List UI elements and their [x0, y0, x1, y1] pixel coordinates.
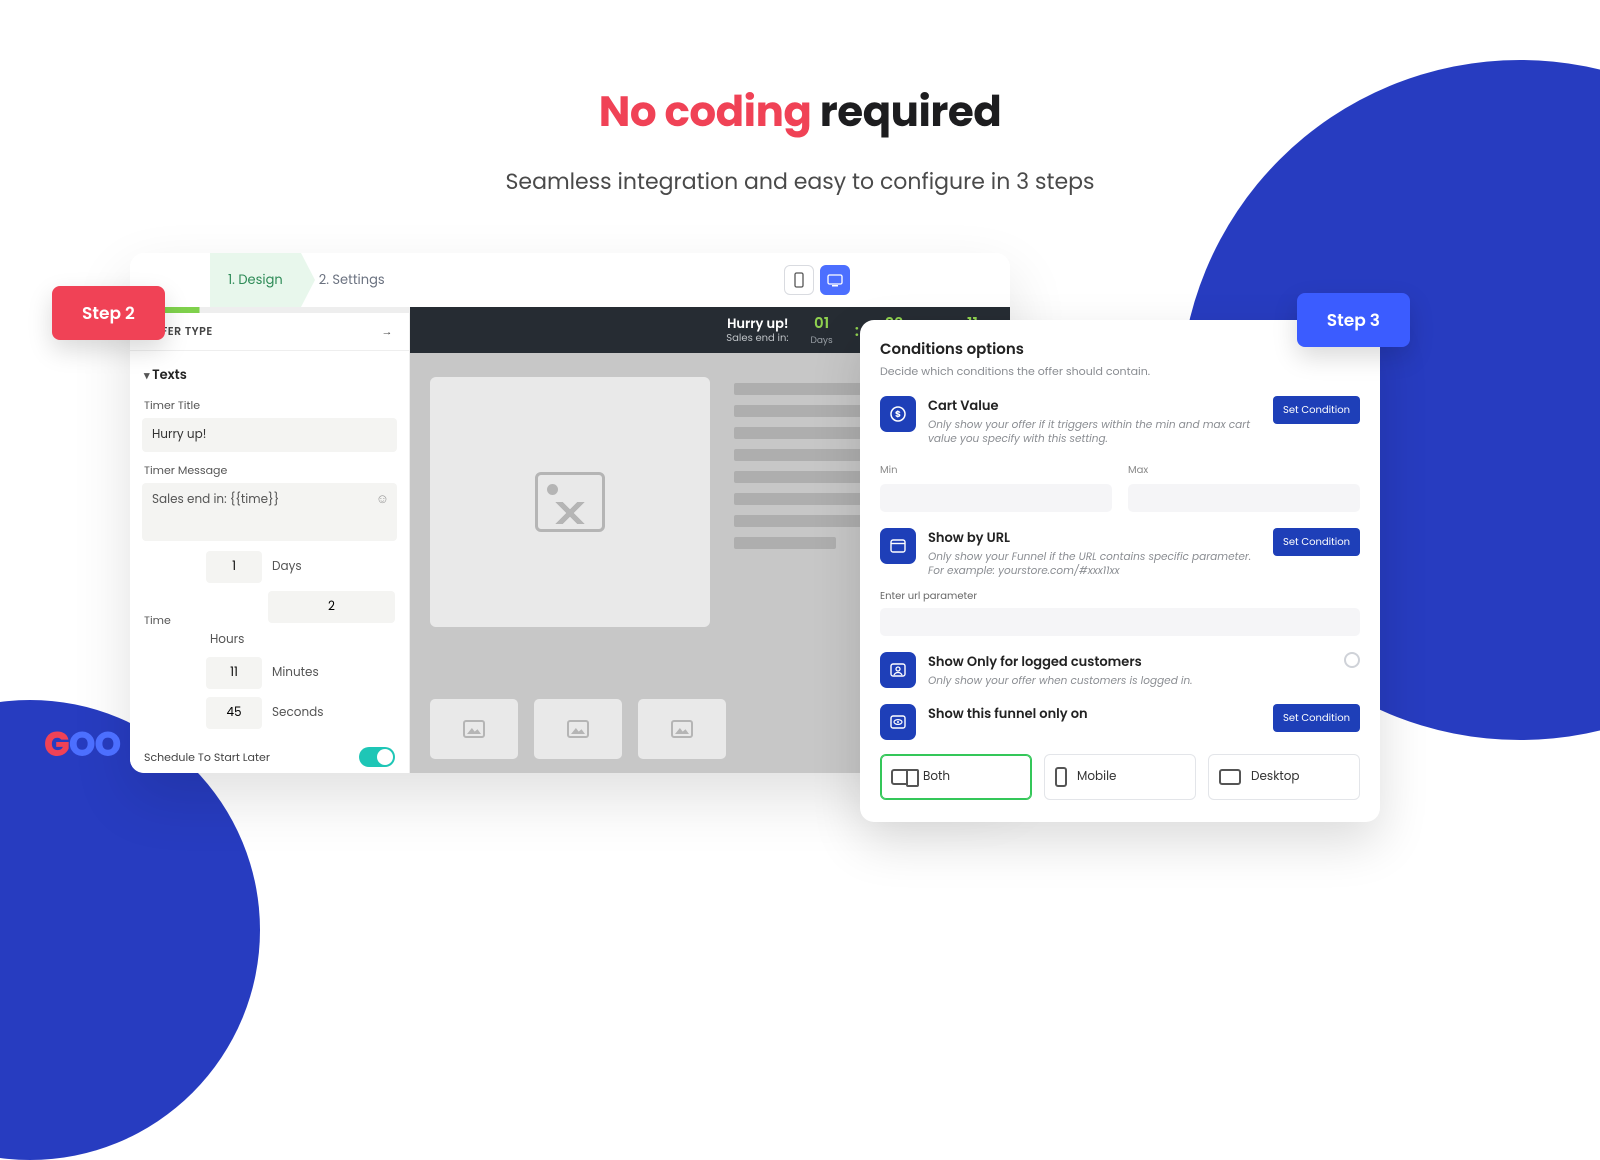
device-desktop-icon[interactable] — [820, 265, 850, 295]
max-input[interactable] — [1128, 484, 1360, 512]
seconds-input[interactable]: 45 — [206, 697, 262, 729]
tabs-bar: 1. Design 2. Settings — [130, 253, 1010, 307]
min-label: Min — [880, 462, 897, 477]
skel-line — [734, 427, 867, 439]
device-title: Show this funnel only on — [928, 704, 1261, 724]
headline: No coding required Seamless integration … — [0, 80, 1600, 198]
tab-settings[interactable]: 2. Settings — [301, 253, 403, 307]
picture-icon — [671, 720, 693, 738]
title-accent: No coding — [599, 82, 812, 141]
time-label: Time — [144, 612, 200, 629]
arrow-right-icon: → — [382, 323, 394, 340]
emoji-icon[interactable]: ☺ — [376, 489, 389, 509]
device-mobile[interactable]: Mobile — [1044, 754, 1196, 800]
thumb[interactable] — [430, 699, 518, 759]
set-condition-button[interactable]: Set Condition — [1273, 396, 1360, 424]
set-condition-button[interactable]: Set Condition — [1273, 704, 1360, 732]
conditions-desc: Decide which conditions the offer should… — [880, 363, 1360, 380]
banner-days: 01Days — [810, 312, 832, 348]
hours-input[interactable]: 2 — [268, 591, 395, 623]
banner-sub: Sales end in: — [726, 332, 788, 344]
browser-icon — [880, 528, 916, 564]
timer-message-input[interactable]: Sales end in: {{time}} ☺ — [142, 483, 397, 541]
timer-title-input[interactable]: Hurry up! — [142, 418, 397, 452]
logged-desc: Only show your offer when customers is l… — [928, 674, 1332, 688]
device-desktop[interactable]: Desktop — [1208, 754, 1360, 800]
skel-line — [734, 515, 867, 527]
minutes-unit: Minutes — [268, 664, 395, 682]
user-icon — [880, 652, 916, 688]
svg-text:$: $ — [895, 409, 901, 421]
image-placeholder — [430, 377, 710, 627]
tab-design[interactable]: 1. Design — [210, 253, 301, 307]
devices-icon — [891, 769, 913, 785]
picture-icon — [535, 472, 605, 532]
title-rest: required — [811, 82, 1001, 141]
hours-unit: Hours — [206, 631, 262, 649]
thumb[interactable] — [534, 699, 622, 759]
cart-title: Cart Value — [928, 396, 1261, 416]
logged-radio[interactable] — [1344, 652, 1360, 668]
logged-title: Show Only for logged customers — [928, 652, 1332, 672]
schedule-label: Schedule To Start Later — [144, 749, 270, 766]
picture-icon — [463, 720, 485, 738]
min-input[interactable] — [880, 484, 1112, 512]
days-input[interactable]: 1 — [206, 551, 262, 583]
thumb[interactable] — [638, 699, 726, 759]
url-param-input[interactable] — [880, 608, 1360, 636]
step3-badge: Step 3 — [1297, 293, 1410, 347]
minutes-input[interactable]: 11 — [206, 657, 262, 689]
device-toggle — [784, 265, 850, 295]
offer-type-row[interactable]: OFFER TYPE → — [130, 313, 409, 351]
days-unit: Days — [268, 558, 395, 576]
time-grid: Time 1 Days 2 Hours 11 Minutes 45 Seconds — [130, 541, 409, 739]
logo: GOO — [44, 719, 120, 770]
mobile-icon — [1055, 767, 1067, 787]
timer-message-value: Sales end in: {{time}} — [152, 491, 279, 508]
url-param-label: Enter url parameter — [880, 588, 1360, 604]
max-label: Max — [1128, 462, 1148, 477]
condition-device: Show this funnel only on Set Condition — [880, 704, 1360, 740]
schedule-row: Schedule To Start Later — [130, 739, 409, 773]
config-panel: OFFER TYPE → Texts Timer Title Hurry up!… — [130, 307, 410, 773]
condition-cart: $ Cart Value Only show your offer if it … — [880, 396, 1360, 445]
condition-url: Show by URL Only show your Funnel if the… — [880, 528, 1360, 577]
banner-text: Hurry up! Sales end in: — [726, 316, 788, 344]
device-mobile-icon[interactable] — [784, 265, 814, 295]
conditions-card: Conditions options Decide which conditio… — [860, 320, 1380, 822]
url-desc: Only show your Funnel if the URL contain… — [928, 550, 1261, 577]
url-title: Show by URL — [928, 528, 1261, 548]
colon-icon: : — [855, 318, 859, 343]
timer-title-label: Timer Title — [130, 387, 409, 418]
texts-section[interactable]: Texts — [130, 351, 409, 387]
timer-message-label: Timer Message — [130, 452, 409, 483]
desktop-icon — [1219, 769, 1241, 785]
min-max-row: Min Max — [880, 455, 1360, 512]
schedule-toggle[interactable] — [359, 747, 395, 767]
set-condition-button[interactable]: Set Condition — [1273, 528, 1360, 556]
thumb-row — [430, 699, 726, 759]
device-options: Both Mobile Desktop — [880, 754, 1360, 800]
step2-badge: Step 2 — [52, 286, 165, 340]
picture-icon — [567, 720, 589, 738]
dollar-icon: $ — [880, 396, 916, 432]
subtitle: Seamless integration and easy to configu… — [0, 165, 1600, 198]
page-title: No coding required — [0, 80, 1600, 143]
device-both[interactable]: Both — [880, 754, 1032, 800]
cart-desc: Only show your offer if it triggers with… — [928, 418, 1261, 445]
condition-logged: Show Only for logged customers Only show… — [880, 652, 1360, 688]
seconds-unit: Seconds — [268, 704, 395, 722]
conditions-title: Conditions options — [880, 338, 1360, 361]
skel-line — [734, 537, 836, 549]
eye-icon — [880, 704, 916, 740]
